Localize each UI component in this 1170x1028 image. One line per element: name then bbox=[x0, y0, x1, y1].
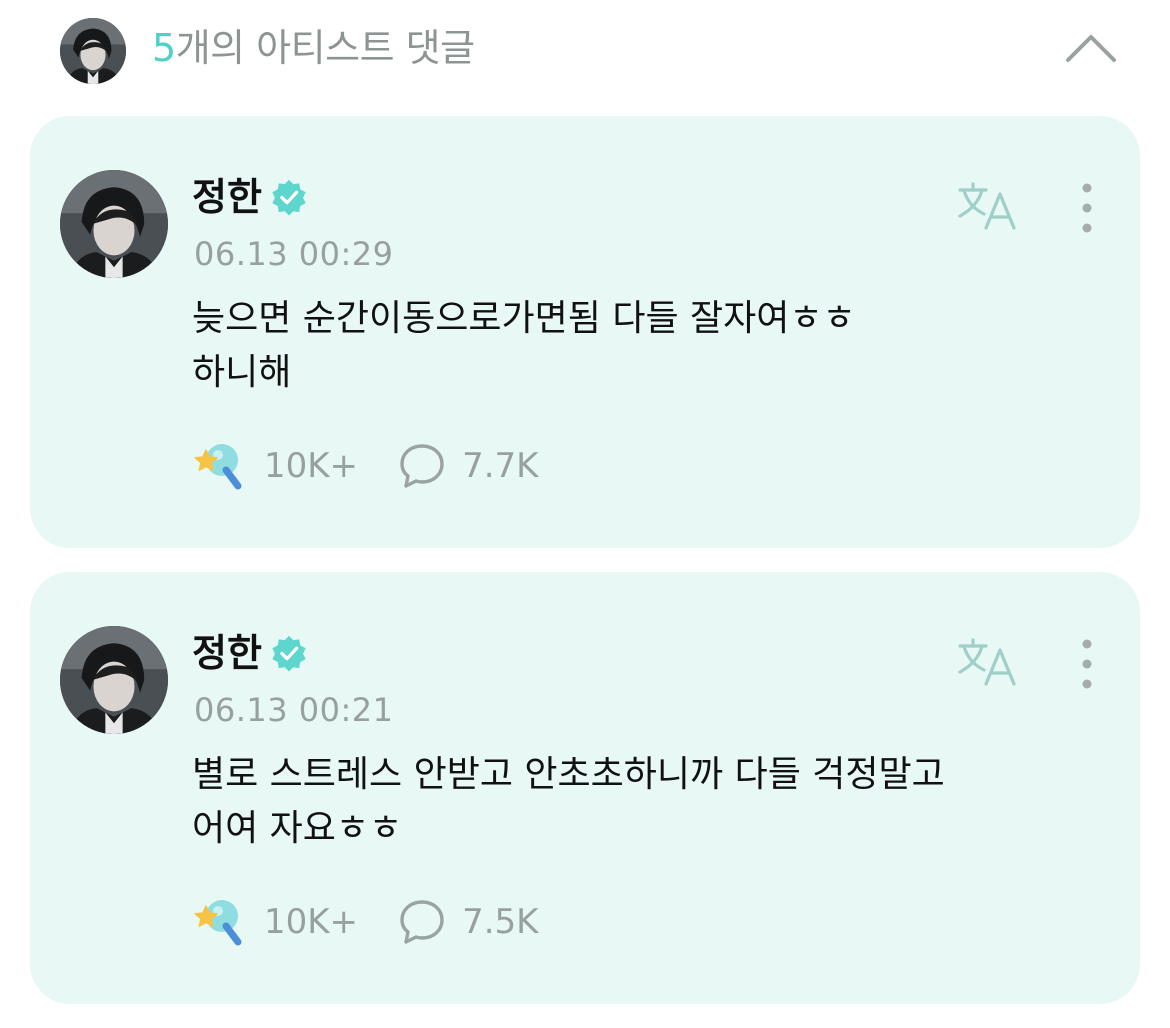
more-vertical-icon[interactable] bbox=[1072, 180, 1102, 236]
comment-count: 5 bbox=[152, 26, 176, 70]
author-name[interactable]: 정한 bbox=[192, 172, 262, 222]
header-title-text: 개의 아티스트 댓글 bbox=[175, 26, 475, 70]
reply-count: 7.7K bbox=[462, 446, 539, 486]
like-count: 10K+ bbox=[264, 446, 359, 486]
reply-count: 7.5K bbox=[462, 902, 539, 942]
comment-card: 정한 06.13 00:21 별로 스트레스 안받고 안초초하니까 다들 걱정말… bbox=[30, 572, 1140, 1004]
translate-icon[interactable] bbox=[956, 636, 1018, 688]
comment-body: 늦으면 순간이동으로가면됨 다들 잘자여ㅎㅎ 하니해 bbox=[192, 298, 856, 393]
more-vertical-icon[interactable] bbox=[1072, 636, 1102, 692]
like-count: 10K+ bbox=[264, 902, 359, 942]
author-row: 정한 bbox=[192, 628, 308, 678]
speech-bubble-icon[interactable] bbox=[398, 898, 446, 946]
comment-timestamp: 06.13 00:21 bbox=[194, 691, 394, 729]
speech-bubble-icon[interactable] bbox=[398, 442, 446, 490]
star-lightstick-icon[interactable] bbox=[192, 440, 248, 492]
artist-avatar bbox=[60, 18, 126, 84]
avatar[interactable] bbox=[60, 170, 168, 278]
comment-timestamp: 06.13 00:29 bbox=[194, 235, 394, 273]
verified-badge-icon bbox=[270, 634, 308, 672]
comment-stats: 10K+ 7.5K bbox=[192, 894, 538, 950]
artist-comments-header[interactable]: 5개의 아티스트 댓글 bbox=[0, 0, 1170, 100]
comment-stats: 10K+ 7.7K bbox=[192, 438, 538, 494]
comment-body: 별로 스트레스 안받고 안초초하니까 다들 걱정말고 어여 자요ㅎㅎ bbox=[192, 754, 945, 849]
chevron-up-icon[interactable] bbox=[1062, 26, 1120, 70]
avatar[interactable] bbox=[60, 626, 168, 734]
translate-icon[interactable] bbox=[956, 180, 1018, 232]
verified-badge-icon bbox=[270, 178, 308, 216]
header-title: 5개의 아티스트 댓글 bbox=[152, 22, 475, 74]
star-lightstick-icon[interactable] bbox=[192, 896, 248, 948]
comment-card: 정한 06.13 00:29 늦으면 순간이동으로가면됨 다들 잘자여ㅎㅎ 하니… bbox=[30, 116, 1140, 548]
author-name[interactable]: 정한 bbox=[192, 628, 262, 678]
author-row: 정한 bbox=[192, 172, 308, 222]
